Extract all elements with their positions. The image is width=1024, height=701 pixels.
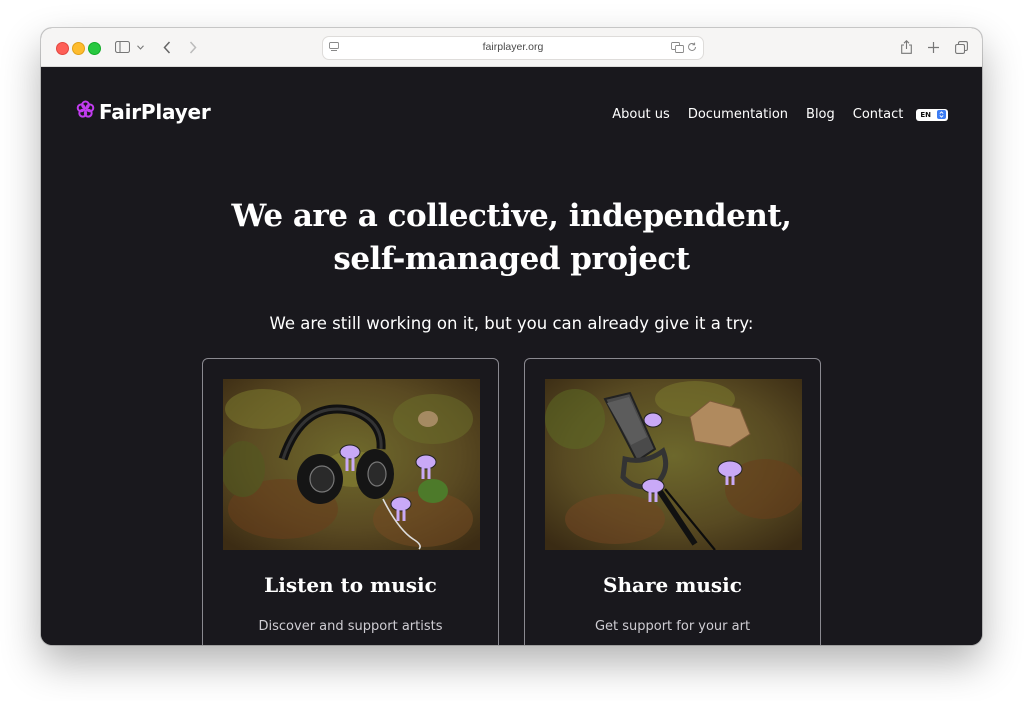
logo-text: FairPlayer — [99, 100, 211, 124]
url-text: fairplayer.org — [482, 41, 544, 53]
web-page: FairPlayer About us Documentation Blog C… — [41, 67, 982, 645]
headphones-photo — [223, 379, 480, 550]
card-listen-music[interactable]: Listen to music Discover and support art… — [202, 358, 499, 645]
card-title: Listen to music — [264, 573, 437, 597]
card-title: Share music — [603, 573, 742, 597]
forward-icon[interactable] — [186, 37, 200, 57]
sidebar-toggle-icon[interactable] — [113, 37, 131, 57]
nav-contact[interactable]: Contact — [853, 107, 904, 122]
card-description: Get support for your art — [594, 619, 751, 634]
browser-toolbar: fairplayer.org — [41, 28, 982, 67]
card-description: Discover and support artists — [258, 619, 443, 634]
flower-logo-icon — [76, 100, 95, 124]
nav-blog[interactable]: Blog — [806, 107, 835, 122]
language-select[interactable]: EN — [916, 108, 948, 121]
zoom-window-button[interactable] — [88, 42, 101, 55]
site-logo[interactable]: FairPlayer — [76, 100, 211, 124]
card-share-music[interactable]: Share music Get support for your art — [524, 358, 821, 645]
language-value: EN — [920, 110, 931, 119]
select-arrows-icon — [937, 110, 946, 119]
close-window-button[interactable] — [56, 42, 69, 55]
chevron-down-icon[interactable] — [135, 37, 145, 57]
share-icon[interactable] — [898, 37, 914, 57]
new-tab-icon[interactable] — [925, 37, 941, 57]
page-subline: We are still working on it, but you can … — [269, 314, 754, 333]
tab-overview-icon[interactable] — [953, 37, 969, 57]
minimize-window-button[interactable] — [72, 42, 85, 55]
nav-about-us[interactable]: About us — [612, 107, 670, 122]
page-headline: We are a collective, independent, self-m… — [231, 198, 792, 277]
main-nav: About us Documentation Blog Contact EN — [594, 107, 948, 122]
translate-icon[interactable] — [670, 41, 684, 53]
address-bar[interactable]: fairplayer.org — [322, 36, 704, 60]
microphone-photo — [545, 379, 802, 550]
back-icon[interactable] — [160, 37, 174, 57]
nav-documentation[interactable]: Documentation — [688, 107, 788, 122]
browser-window: fairplayer.org FairPlayer About us Docum… — [41, 28, 982, 645]
reload-icon[interactable] — [686, 41, 698, 53]
